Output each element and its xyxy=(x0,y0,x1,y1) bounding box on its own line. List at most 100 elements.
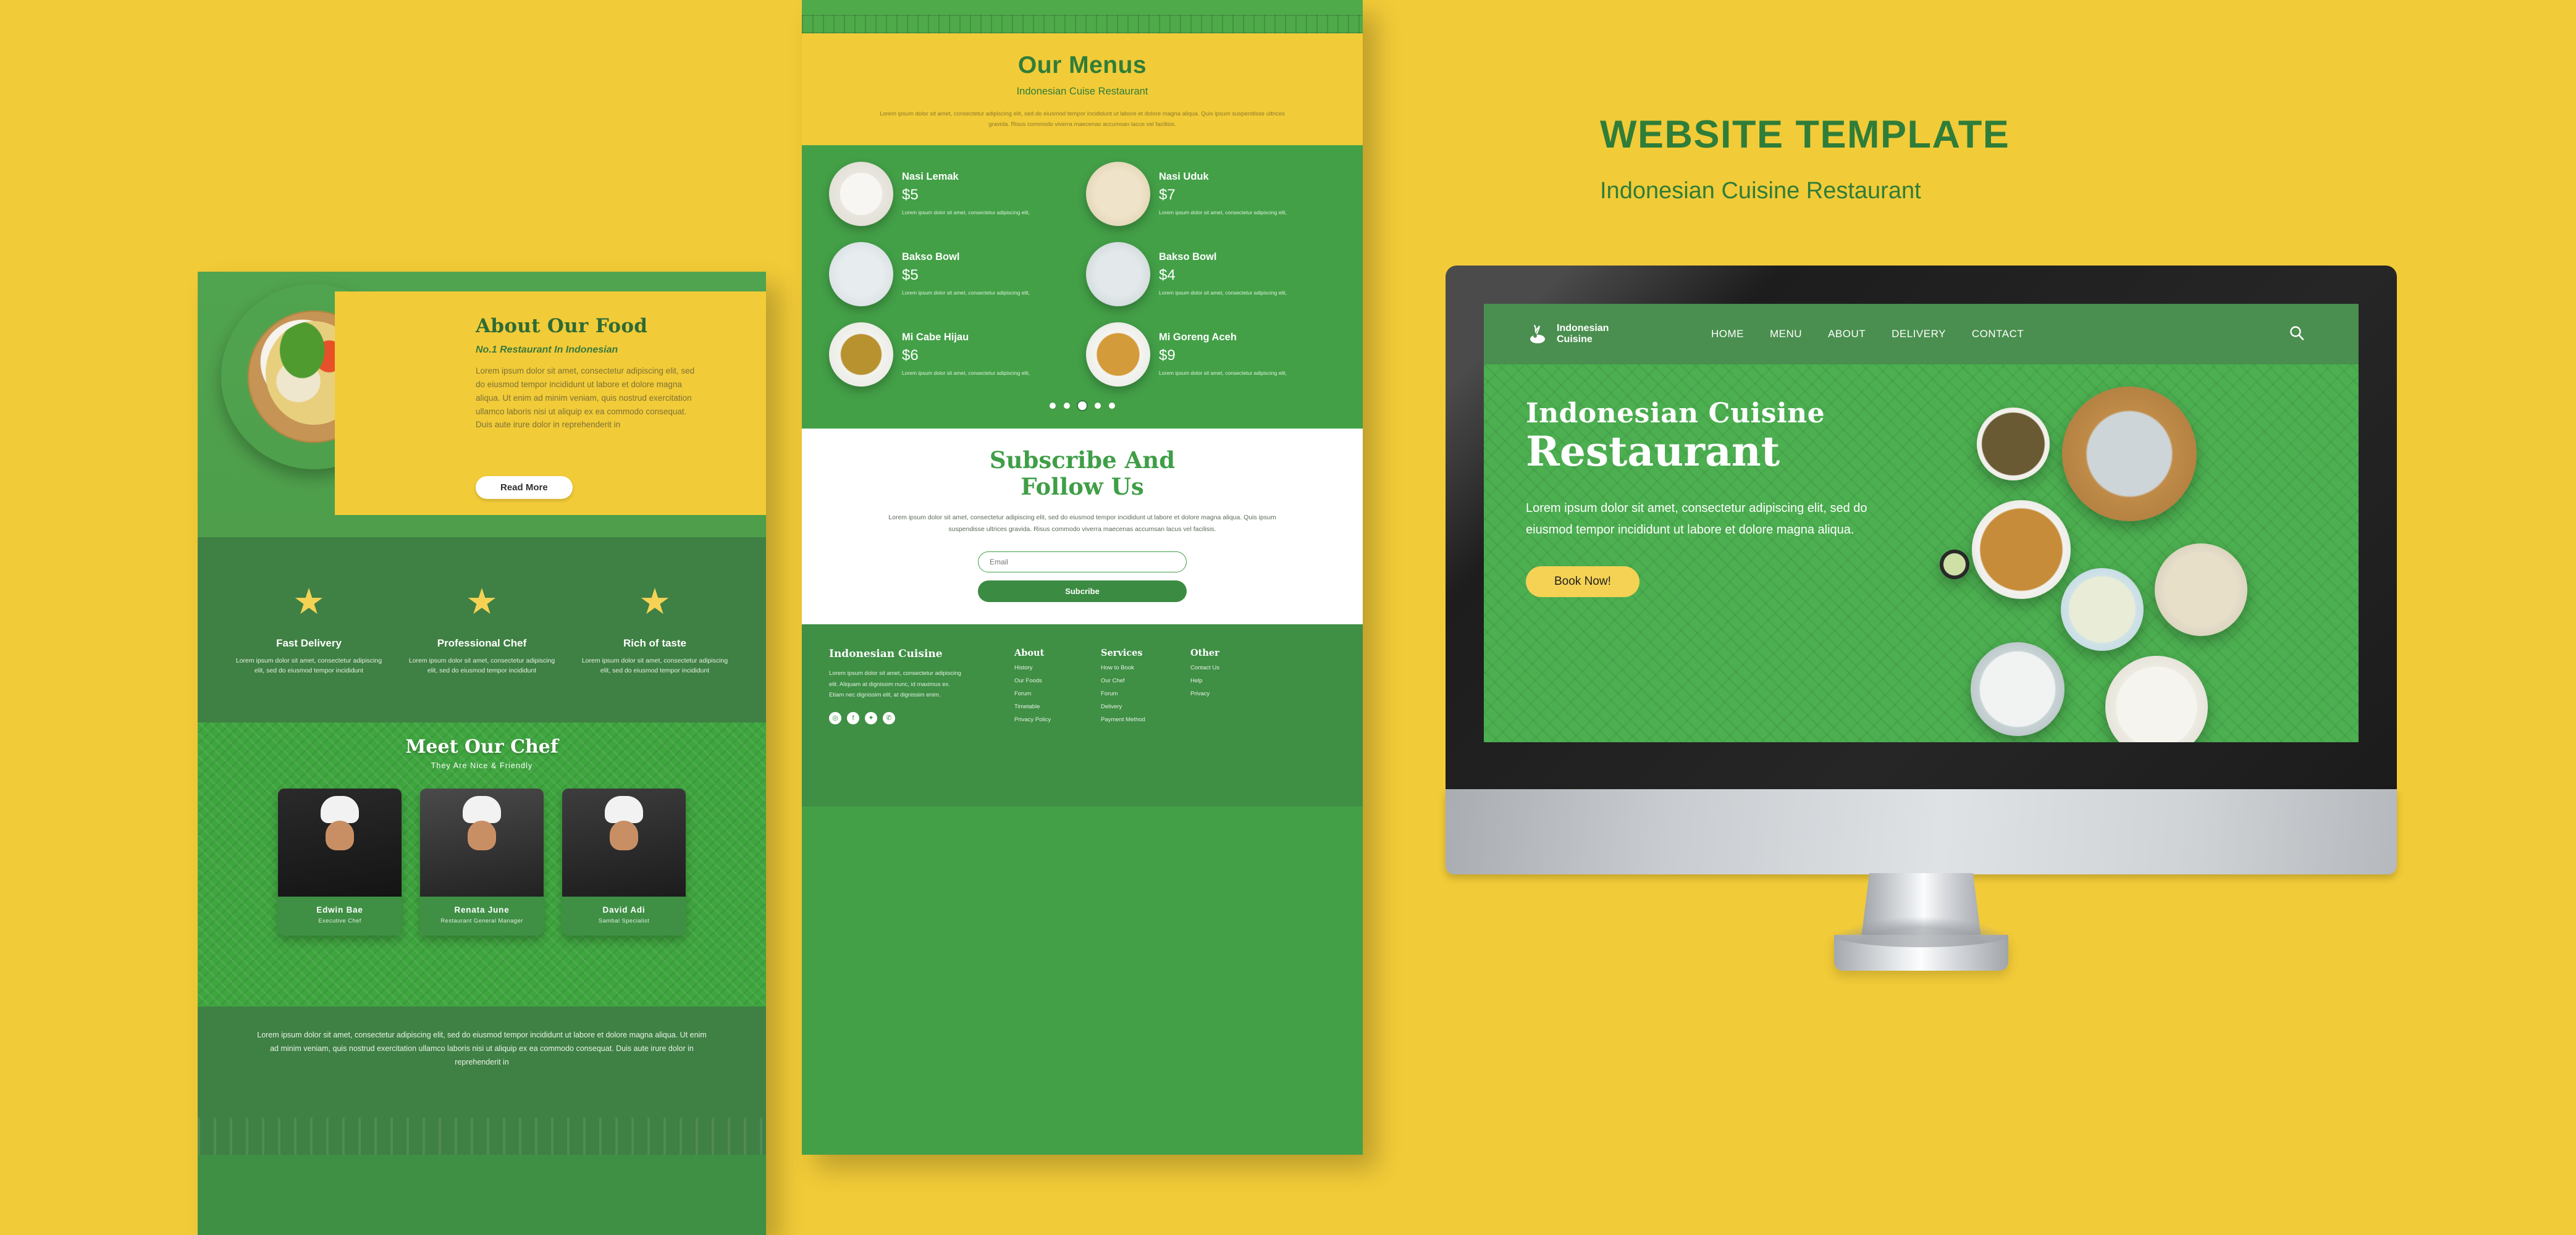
site-logo[interactable]: Indonesian Cuisine xyxy=(1526,322,1711,346)
chef-card[interactable]: Renata June Restaurant General Manager xyxy=(420,789,544,936)
chef-name: Renata June xyxy=(454,905,510,915)
about-our-food-section: About Our Food No.1 Restaurant In Indone… xyxy=(198,272,766,537)
footer-link[interactable]: How to Book xyxy=(1101,664,1190,671)
noodle-bowl-photo xyxy=(1977,408,2050,480)
footer-column-services: Services How to Book Our Chef Forum Deli… xyxy=(1101,648,1190,724)
menu-item[interactable]: Mi Cabe Hijau $6 Lorem ipsum dolor sit a… xyxy=(829,322,1079,387)
footer-link[interactable]: Privacy xyxy=(1190,690,1277,697)
carousel-dot[interactable] xyxy=(1109,403,1115,409)
footer-brand-title: Indonesian Cuisine xyxy=(829,648,943,661)
footer-column-title: About xyxy=(1014,648,1045,659)
poster-subtitle: Indonesian Cuisine Restaurant xyxy=(1600,178,1921,204)
chef-role: Restaurant General Manager xyxy=(440,918,523,924)
menu-items-grid: Nasi Lemak $5 Lorem ipsum dolor sit amet… xyxy=(802,146,1363,387)
footer-link[interactable]: History xyxy=(1014,664,1101,671)
menu-item-name: Bakso Bowl xyxy=(1159,251,1217,262)
chef-name: David Adi xyxy=(602,905,646,915)
carousel-dot[interactable] xyxy=(1050,403,1056,409)
twitter-icon[interactable]: ✦ xyxy=(865,711,877,724)
menu-item-desc: Lorem ipsum dolor sit amet, consectetur … xyxy=(902,289,1030,296)
email-input[interactable] xyxy=(978,551,1187,573)
menu-item-photo xyxy=(1086,322,1150,387)
nav-link-menu[interactable]: MENU xyxy=(1770,328,1802,340)
carousel-dot[interactable] xyxy=(1095,403,1101,409)
subscribe-button[interactable]: Subcribe xyxy=(978,580,1187,603)
chef-card[interactable]: Edwin Bae Executive Chef xyxy=(278,789,402,936)
feature-item: ★ Rich of taste Lorem ipsum dolor sit am… xyxy=(581,584,729,676)
hero-title-line1: Indonesian Cuisine xyxy=(1526,398,1825,429)
carousel-dot[interactable] xyxy=(1064,403,1070,409)
hero-paragraph: Lorem ipsum dolor sit amet, consectetur … xyxy=(1526,501,1867,537)
nav-link-home[interactable]: HOME xyxy=(1711,328,1744,340)
footer-link[interactable]: Help xyxy=(1190,677,1277,684)
footer-link[interactable]: Our Chef xyxy=(1101,677,1190,684)
search-icon[interactable] xyxy=(2288,324,2305,345)
footer-column-about: About History Our Foods Forum Timetable … xyxy=(1014,648,1101,724)
nav-link-contact[interactable]: CONTACT xyxy=(1972,328,2024,340)
footer-link[interactable]: Payment Method xyxy=(1101,716,1190,723)
chef-section-title: Meet Our Chef xyxy=(405,736,558,758)
site-navbar: Indonesian Cuisine HOME MENU ABOUT DELIV… xyxy=(1484,304,2359,364)
footer-link[interactable]: Delivery xyxy=(1101,703,1190,710)
hero-food-photos xyxy=(1932,371,2352,742)
fried-noodle-bowl-photo xyxy=(1972,500,2071,599)
subscribe-title-line2: Follow Us xyxy=(1021,472,1144,500)
features-section: ★ Fast Delivery Lorem ipsum dolor sit am… xyxy=(198,537,766,722)
read-more-button[interactable]: Read More xyxy=(476,476,573,499)
footer-link[interactable]: Contact Us xyxy=(1190,664,1277,671)
about-title: About Our Food xyxy=(476,315,648,337)
footer-link[interactable]: Timetable xyxy=(1014,703,1101,710)
menu-item-price: $7 xyxy=(1159,186,1176,203)
menu-item-name: Nasi Lemak xyxy=(902,170,959,182)
feature-description: Lorem ipsum dolor sit amet, consectetur … xyxy=(581,656,728,674)
nav-link-about[interactable]: ABOUT xyxy=(1828,328,1866,340)
menu-item-photo xyxy=(829,162,893,227)
scallion-dish-photo xyxy=(1940,550,1969,579)
top-pattern-strip xyxy=(802,0,1363,33)
logo-line-2: Cuisine xyxy=(1557,334,1593,345)
monitor-stand-base xyxy=(1825,916,2017,971)
feature-title: Rich of taste xyxy=(623,637,687,649)
footer-link[interactable]: Forum xyxy=(1101,690,1190,697)
bakso-bowl-photo xyxy=(2061,568,2144,651)
carousel-dots[interactable] xyxy=(802,387,1363,429)
menu-item-desc: Lorem ipsum dolor sit amet, consectetur … xyxy=(1159,289,1287,296)
instagram-icon[interactable]: ◎ xyxy=(829,711,841,724)
nav-link-delivery[interactable]: DELIVERY xyxy=(1892,328,1946,340)
footer-link[interactable]: Privacy Policy xyxy=(1014,716,1101,723)
menu-item[interactable]: Bakso Bowl $5 Lorem ipsum dolor sit amet… xyxy=(829,242,1079,307)
menu-item[interactable]: Nasi Lemak $5 Lorem ipsum dolor sit amet… xyxy=(829,162,1079,227)
feature-description: Lorem ipsum dolor sit amet, consectetur … xyxy=(235,656,382,674)
menu-item[interactable]: Bakso Bowl $4 Lorem ipsum dolor sit amet… xyxy=(1086,242,1336,307)
carousel-dot-active[interactable] xyxy=(1078,401,1087,411)
menu-item-name: Mi Goreng Aceh xyxy=(1159,331,1237,343)
footer-section: Indonesian Cuisine Lorem ipsum dolor sit… xyxy=(802,624,1363,807)
footer-link[interactable]: Our Foods xyxy=(1014,677,1101,684)
footer-column-title: Other xyxy=(1190,648,1219,659)
nav-links: HOME MENU ABOUT DELIVERY CONTACT xyxy=(1711,328,2024,340)
desktop-monitor-mockup: Indonesian Cuisine HOME MENU ABOUT DELIV… xyxy=(1446,266,2397,971)
chef-card[interactable]: David Adi Sambal Specialist xyxy=(562,789,686,936)
menu-item-photo xyxy=(829,322,893,387)
menu-item-price: $9 xyxy=(1159,346,1176,364)
footer-column-other: Other Contact Us Help Privacy xyxy=(1190,648,1277,724)
menu-item-photo xyxy=(1086,162,1150,227)
menu-item[interactable]: Nasi Uduk $7 Lorem ipsum dolor sit amet,… xyxy=(1086,162,1336,227)
footer-link[interactable]: Forum xyxy=(1014,690,1101,697)
feature-title: Fast Delivery xyxy=(276,637,342,649)
menu-item[interactable]: Mi Goreng Aceh $9 Lorem ipsum dolor sit … xyxy=(1086,322,1336,387)
about-subtitle: No.1 Restaurant In Indonesian xyxy=(476,345,618,355)
subscribe-section: Subscribe And Follow Us Lorem ipsum dolo… xyxy=(802,429,1363,625)
feature-title: Professional Chef xyxy=(437,637,527,649)
book-now-button[interactable]: Book Now! xyxy=(1526,566,1639,598)
soto-wooden-board-photo xyxy=(2062,387,2197,521)
menus-title: Our Menus xyxy=(1017,52,1147,78)
middle-page-mockup: Our Menus Indonesian Cuise Restaurant Lo… xyxy=(802,0,1363,1155)
menus-description: Lorem ipsum dolor sit amet, consectetur … xyxy=(880,111,1285,128)
footer-column-title: Services xyxy=(1101,648,1143,659)
menus-subtitle: Indonesian Cuise Restaurant xyxy=(1016,86,1148,97)
whatsapp-icon[interactable]: ✆ xyxy=(883,711,895,724)
footer-brand-column: Indonesian Cuisine Lorem ipsum dolor sit… xyxy=(829,648,1014,724)
facebook-icon[interactable]: f xyxy=(847,711,859,724)
nasi-uduk-bowl-photo xyxy=(2155,543,2247,636)
